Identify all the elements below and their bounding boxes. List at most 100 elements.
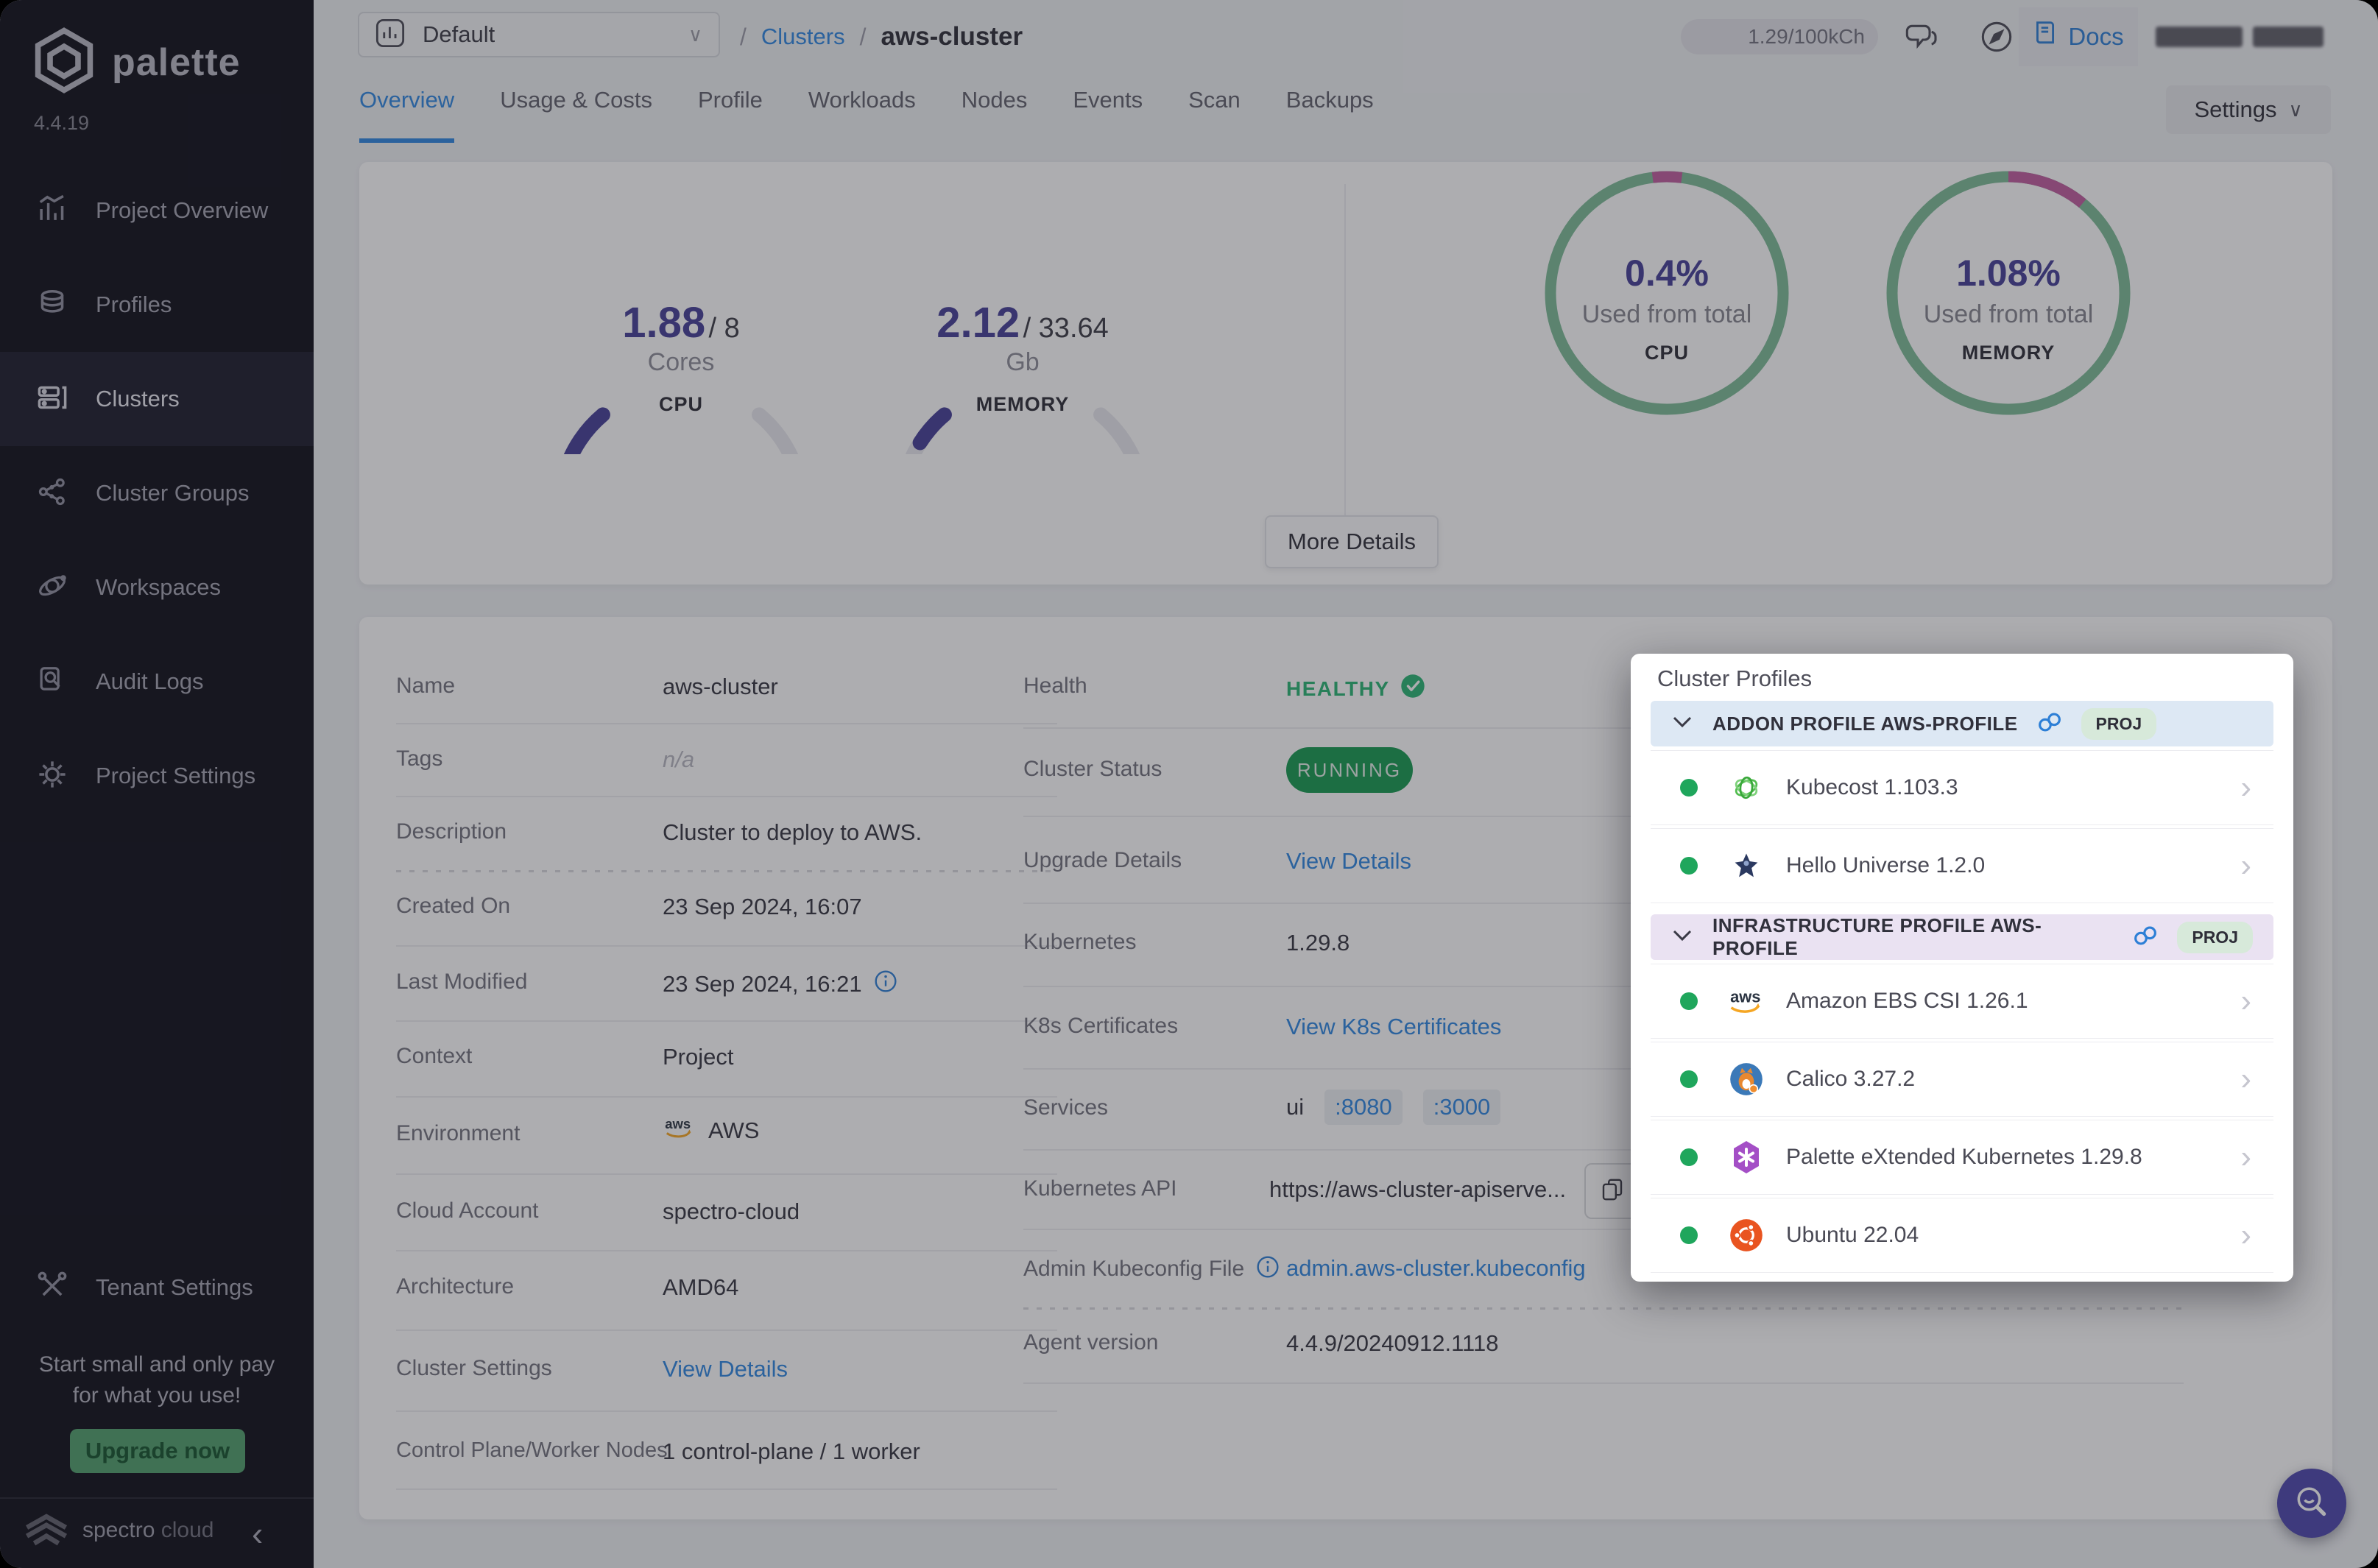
sidebar-footer-divider	[0, 1497, 314, 1499]
row-divider	[396, 1173, 1057, 1175]
sidebar-item-clusters[interactable]: Clusters	[0, 352, 314, 446]
profile-item-hello-universe[interactable]: Hello Universe 1.2.0 ›	[1651, 829, 2273, 903]
cluster-status-pill[interactable]: RUNNING	[1286, 747, 1413, 793]
breadcrumb-clusters-link[interactable]: Clusters	[761, 24, 845, 50]
tab-nodes[interactable]: Nodes	[962, 87, 1028, 138]
service-port-link[interactable]: :3000	[1423, 1090, 1501, 1125]
tab-usage-costs[interactable]: Usage & Costs	[500, 87, 652, 138]
tools-icon	[35, 1269, 69, 1307]
info-icon[interactable]	[1256, 1255, 1280, 1282]
profile-item-ubuntu[interactable]: Ubuntu 22.04 ›	[1651, 1198, 2273, 1272]
brand-text: spectro cloud	[82, 1518, 214, 1543]
kubernetes-api-value: https://aws-cluster-apiserve...	[1269, 1176, 1566, 1203]
row-divider	[396, 1410, 1057, 1412]
detail-label: Control Plane/Worker Nodes	[396, 1438, 668, 1463]
network-icon	[35, 475, 69, 512]
svg-text:aws: aws	[1730, 987, 1760, 1006]
cpu-ring-value: 0.4%	[1534, 252, 1799, 294]
cluster-settings-link[interactable]: View Details	[663, 1356, 788, 1382]
last-modified-value: 23 Sep 2024, 16:21	[663, 970, 897, 999]
tab-scan[interactable]: Scan	[1188, 87, 1241, 138]
magnifier-smile-icon	[2293, 1483, 2331, 1525]
link-icon	[2133, 925, 2158, 950]
detail-label: Cluster Status	[1023, 757, 1162, 782]
profile-item-kubecost[interactable]: Kubecost 1.103.3 ›	[1651, 751, 2273, 824]
info-icon[interactable]	[874, 970, 897, 999]
spectro-cloud-logo	[22, 1508, 71, 1558]
memory-gauge-value: 2.12 / 33.64	[890, 298, 1155, 347]
row-divider	[396, 1096, 1057, 1098]
status-dot	[1680, 779, 1698, 797]
upgrade-details-link[interactable]: View Details	[1286, 848, 1411, 875]
project-selector-value: Default	[423, 21, 671, 48]
row-divider	[396, 796, 1057, 797]
palette-logo-icon	[32, 27, 96, 98]
detail-label: Cloud Account	[396, 1198, 538, 1223]
sidebar-item-profiles[interactable]: Profiles	[0, 258, 314, 352]
admin-kubeconfig-label: Admin Kubeconfig File	[1023, 1255, 1280, 1282]
profile-item-palette-extended-kubernetes[interactable]: Palette eXtended Kubernetes 1.29.8 ›	[1651, 1120, 2273, 1194]
more-details-button[interactable]: More Details	[1265, 515, 1439, 568]
nodes-value: 1 control-plane / 1 worker	[663, 1438, 920, 1465]
chevron-down-icon: ∨	[2288, 99, 2302, 121]
admin-kubeconfig-link[interactable]: admin.aws-cluster.kubeconfig	[1286, 1255, 1586, 1282]
row-divider	[396, 945, 1057, 947]
docs-link[interactable]: Docs	[2019, 7, 2138, 66]
service-port-link[interactable]: :8080	[1324, 1090, 1403, 1125]
sidebar-item-project-settings[interactable]: Project Settings	[0, 729, 314, 823]
upgrade-now-button[interactable]: Upgrade now	[70, 1429, 245, 1473]
chat-icon[interactable]	[1903, 19, 1938, 58]
check-badge-icon	[1400, 674, 1425, 704]
card-divider	[1344, 184, 1346, 523]
row-divider	[396, 1250, 1057, 1251]
chevron-down-icon	[1671, 715, 1693, 733]
logo-text: palette	[112, 40, 241, 85]
health-status: HEALTHY	[1286, 674, 1425, 704]
sidebar-item-cluster-groups[interactable]: Cluster Groups	[0, 446, 314, 540]
kubernetes-version-value: 1.29.8	[1286, 930, 1349, 956]
tab-overview[interactable]: Overview	[359, 87, 454, 143]
k8s-certificates-link[interactable]: View K8s Certificates	[1286, 1014, 1501, 1040]
cluster-profiles-panel: Cluster Profiles ADDON PROFILE AWS-PROFI…	[1631, 654, 2293, 1282]
project-selector[interactable]: Default ∨	[358, 12, 720, 57]
addon-profile-header[interactable]: ADDON PROFILE AWS-PROFILE PROJ	[1651, 701, 2273, 746]
panel-title: Cluster Profiles	[1657, 665, 1812, 692]
breadcrumb: / Clusters / aws-cluster	[740, 22, 1023, 52]
detail-label: Kubernetes API	[1023, 1176, 1176, 1201]
sidebar-item-label: Project Settings	[96, 763, 255, 789]
sidebar-item-project-overview[interactable]: Project Overview	[0, 163, 314, 258]
row-divider	[1023, 1382, 2184, 1384]
breadcrumb-current: aws-cluster	[881, 22, 1023, 52]
cloud-account-value: spectro-cloud	[663, 1198, 800, 1225]
tab-events[interactable]: Events	[1073, 87, 1143, 138]
sidebar-item-workspaces[interactable]: Workspaces	[0, 540, 314, 635]
row-divider	[396, 1488, 1057, 1490]
tab-backups[interactable]: Backups	[1286, 87, 1374, 138]
cluster-tabs: Overview Usage & Costs Profile Workloads…	[359, 87, 1374, 146]
memory-ring-caption: Used from total	[1876, 300, 2141, 329]
chevron-down-icon: ∨	[688, 24, 702, 46]
tab-workloads[interactable]: Workloads	[808, 87, 916, 138]
description-value: Cluster to deploy to AWS.	[663, 819, 922, 846]
profile-item-amazon-ebs-csi[interactable]: aws Amazon EBS CSI 1.26.1 ›	[1651, 964, 2273, 1038]
detail-label: Created On	[396, 894, 510, 919]
collapse-sidebar-icon[interactable]: ‹	[252, 1514, 263, 1553]
sidebar-item-audit-logs[interactable]: Audit Logs	[0, 635, 314, 729]
row-divider	[396, 723, 1057, 724]
profile-item-calico[interactable]: Calico 3.27.2 ›	[1651, 1042, 2273, 1116]
status-dot	[1680, 992, 1698, 1010]
app-version: 4.4.19	[34, 112, 89, 135]
compass-icon[interactable]	[1979, 19, 2014, 58]
tab-profile[interactable]: Profile	[698, 87, 763, 138]
status-dot	[1680, 1226, 1698, 1244]
sidebar-item-label: Tenant Settings	[96, 1274, 253, 1301]
search-fab-button[interactable]	[2277, 1469, 2346, 1538]
settings-button[interactable]: Settings ∨	[2166, 85, 2331, 134]
memory-ring-value: 1.08%	[1876, 252, 2141, 294]
sidebar: palette 4.4.19 Project Overview Profiles…	[0, 0, 314, 1568]
sidebar-item-label: Workspaces	[96, 574, 221, 601]
sidebar-item-tenant-settings[interactable]: Tenant Settings	[0, 1240, 314, 1335]
infrastructure-profile-header[interactable]: INFRASTRUCTURE PROFILE AWS-PROFILE PROJ	[1651, 914, 2273, 960]
detail-label: Services	[1023, 1095, 1108, 1120]
cluster-name-value: aws-cluster	[663, 674, 778, 700]
